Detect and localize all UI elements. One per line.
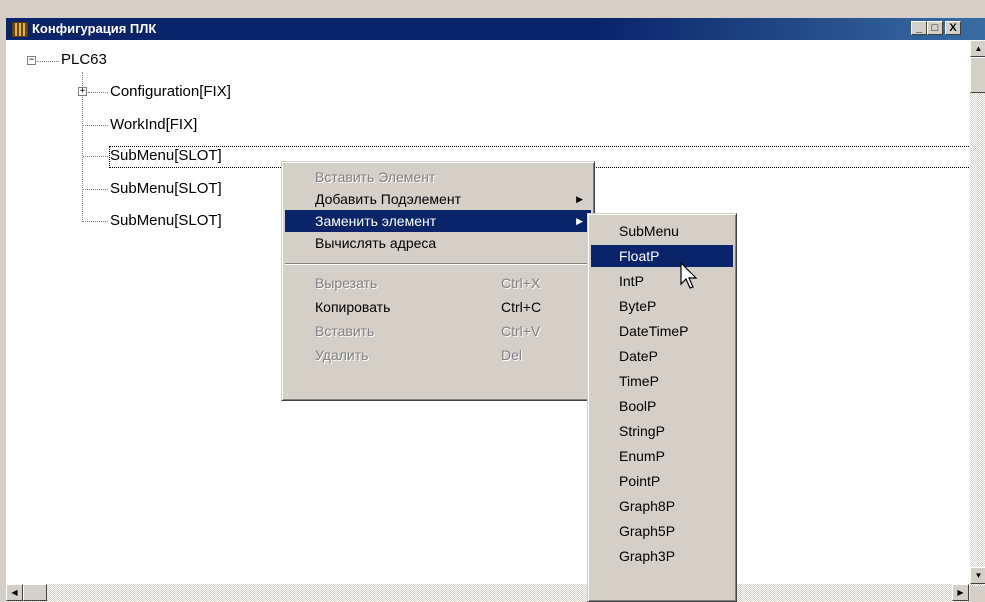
horizontal-scrollbar[interactable]: ◀ ▶	[6, 584, 970, 602]
minimize-button[interactable]: _	[911, 21, 927, 35]
scroll-left-button[interactable]: ◀	[6, 584, 23, 601]
scroll-right-button[interactable]: ▶	[952, 584, 969, 601]
menu-item-cut[interactable]: Вырезать Ctrl+X	[285, 272, 591, 294]
expand-icon[interactable]: +	[78, 87, 87, 96]
menu-item-copy[interactable]: Копировать Ctrl+C	[285, 296, 591, 318]
submenu-item-datep[interactable]: DateP	[591, 345, 733, 367]
tree-connector	[88, 92, 108, 93]
app-icon	[12, 22, 28, 37]
tree-root-plc63[interactable]: PLC63	[61, 51, 107, 69]
window-title: Конфигурация ПЛК	[32, 21, 157, 36]
submenu-item-stringp[interactable]: StringP	[591, 420, 733, 442]
submenu-item-graph8p[interactable]: Graph8P	[591, 495, 733, 517]
submenu-item-bytep[interactable]: ByteP	[591, 295, 733, 317]
submenu-item-submenu[interactable]: SubMenu	[591, 220, 733, 242]
submenu-item-datetimep[interactable]: DateTimeP	[591, 320, 733, 342]
vertical-scroll-thumb[interactable]	[970, 57, 985, 93]
submenu-item-pointp[interactable]: PointP	[591, 470, 733, 492]
menu-item-replace-element[interactable]: Заменить элемент ▶	[285, 210, 591, 232]
horizontal-scroll-thumb[interactable]	[23, 584, 47, 601]
menu-item-paste[interactable]: Вставить Ctrl+V	[285, 320, 591, 342]
collapse-icon[interactable]: −	[27, 56, 36, 65]
scroll-up-button[interactable]: ▲	[970, 40, 985, 57]
tree-connector	[83, 156, 108, 157]
menu-item-compute-addresses[interactable]: Вычислять адреса	[285, 232, 591, 254]
close-button[interactable]: X	[945, 21, 961, 35]
submenu-item-floatp[interactable]: FloatP	[591, 245, 733, 267]
tree-node-submenu-2[interactable]: SubMenu[SLOT]	[110, 180, 222, 198]
menu-item-insert-element[interactable]: Вставить Элемент	[285, 166, 591, 188]
mouse-pointer-icon	[680, 262, 698, 289]
menu-item-add-subelement[interactable]: Добавить Подэлемент ▶	[285, 188, 591, 210]
submenu-item-graph3p[interactable]: Graph3P	[591, 545, 733, 567]
maximize-button[interactable]: □	[927, 21, 943, 35]
scroll-down-button[interactable]: ▼	[970, 567, 985, 584]
submenu-item-boolp[interactable]: BoolP	[591, 395, 733, 417]
tree-node-configuration[interactable]: Configuration[FIX]	[110, 83, 231, 101]
tree-node-submenu-3[interactable]: SubMenu[SLOT]	[110, 212, 222, 230]
tree-node-workind[interactable]: WorkInd[FIX]	[110, 116, 197, 134]
menu-item-delete[interactable]: Удалить Del	[285, 344, 591, 366]
submenu-arrow-icon: ▶	[576, 194, 583, 204]
title-bar[interactable]: Конфигурация ПЛК _ □ X	[6, 18, 985, 40]
vertical-scrollbar[interactable]: ▲ ▼	[970, 40, 985, 586]
context-menu: Вставить Элемент Добавить Подэлемент ▶ З…	[281, 161, 595, 401]
submenu-arrow-icon: ▶	[576, 216, 583, 226]
tree-connector	[83, 125, 108, 126]
submenu-item-enump[interactable]: EnumP	[591, 445, 733, 467]
menu-separator	[285, 263, 591, 265]
plc-config-window: Конфигурация ПЛК _ □ X − PLC63 + Configu…	[0, 0, 985, 602]
submenu-item-timep[interactable]: TimeP	[591, 370, 733, 392]
tree-connector	[83, 221, 108, 222]
replace-element-submenu: SubMenu FloatP IntP ByteP DateTimeP Date…	[587, 213, 737, 602]
tree-connector	[83, 189, 108, 190]
tree-connector	[37, 61, 59, 62]
submenu-item-graph5p[interactable]: Graph5P	[591, 520, 733, 542]
submenu-item-intp[interactable]: IntP	[591, 270, 733, 292]
tree-node-submenu-1[interactable]: SubMenu[SLOT]	[110, 147, 222, 165]
